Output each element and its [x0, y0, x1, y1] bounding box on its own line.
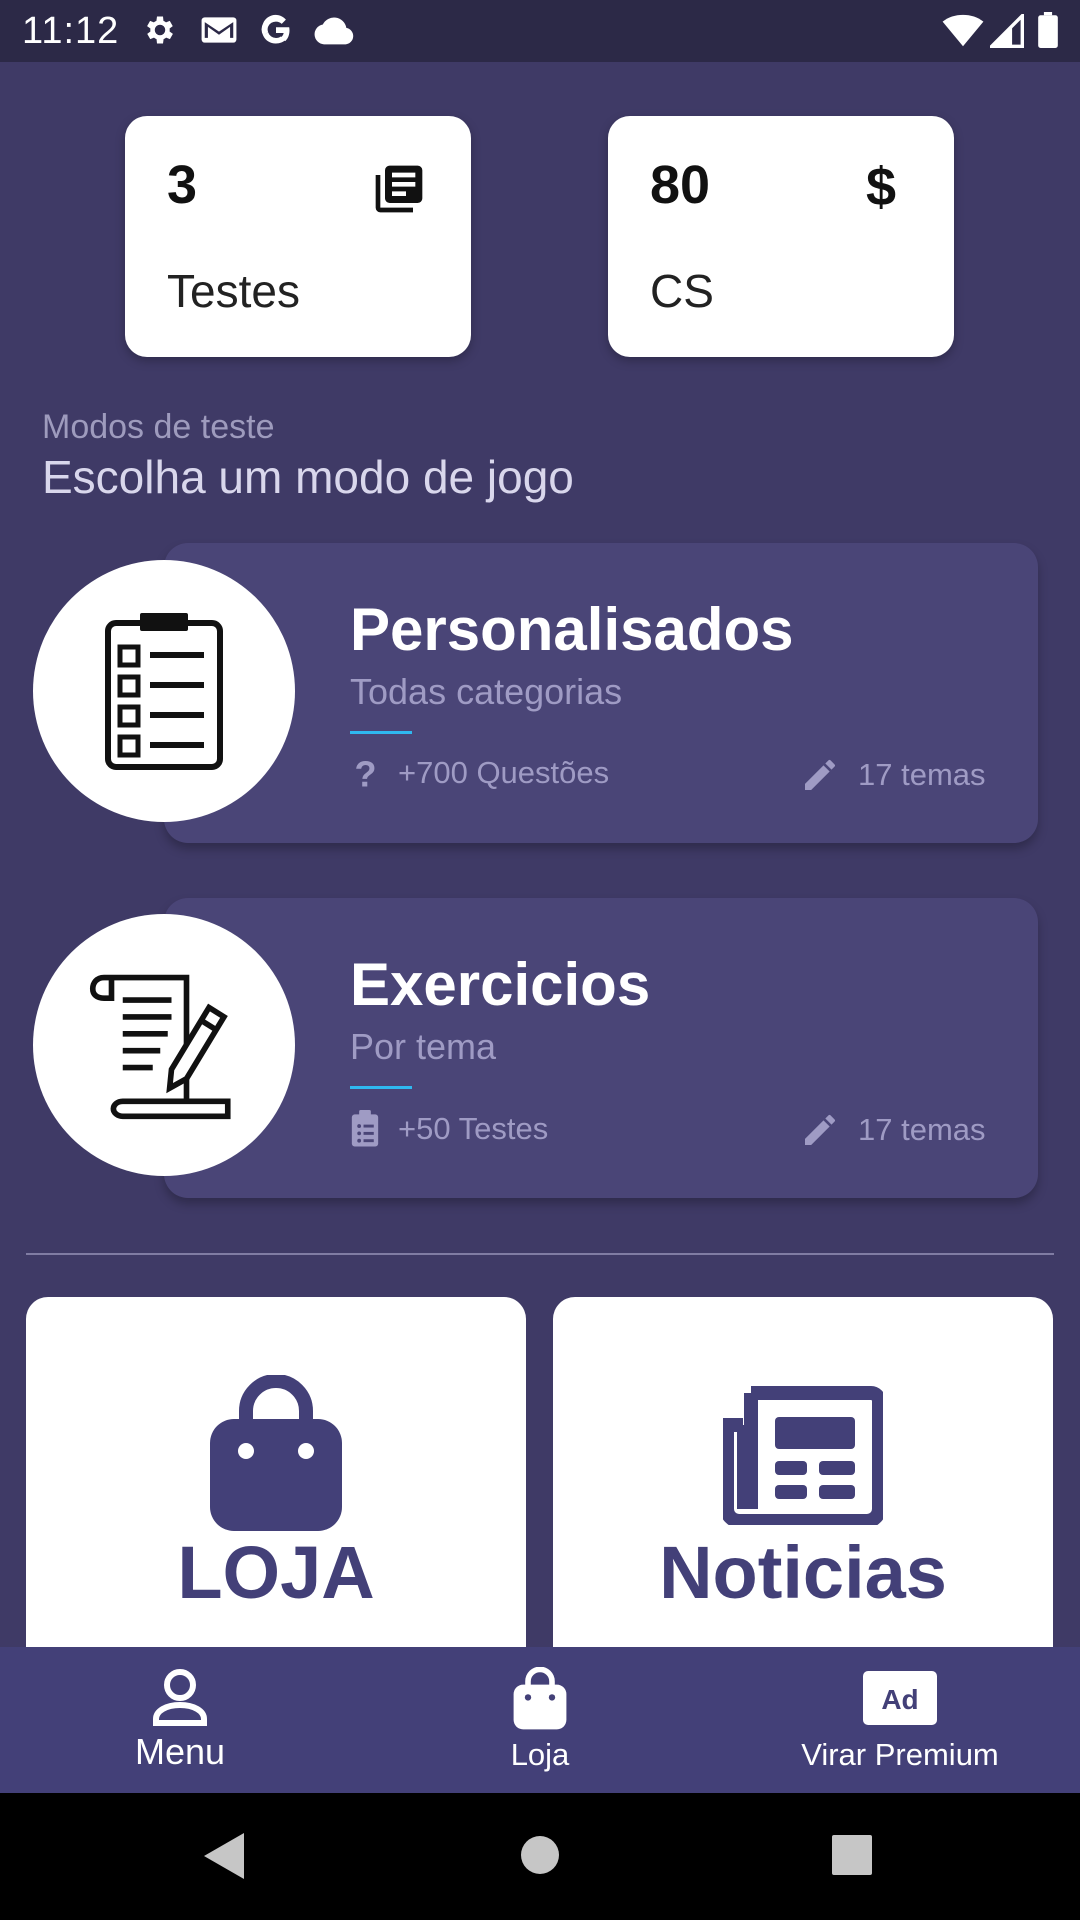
ad-icon: Ad — [863, 1671, 937, 1730]
section-title: Escolha um modo de jogo — [42, 451, 574, 503]
cloud-icon — [314, 16, 354, 51]
gmail-icon — [200, 12, 238, 53]
mode-meta-tests: +50 Testes — [350, 1110, 548, 1148]
battery-icon — [1038, 12, 1058, 53]
newspaper-icon — [720, 1385, 886, 1530]
signal-icon — [987, 11, 1024, 53]
pencil-icon — [800, 1110, 840, 1150]
question-icon: ? — [350, 755, 380, 791]
nav-item-loja[interactable]: Loja — [400, 1647, 680, 1793]
mode-meta-temas: 17 temas — [800, 1110, 986, 1150]
shopping-bag-icon — [511, 1666, 569, 1736]
nav-label: Loja — [510, 1737, 570, 1772]
mode-meta-text: 17 temas — [858, 1112, 986, 1147]
book-stack-icon — [371, 161, 427, 222]
bottom-nav: Menu Loja Ad Virar Premium — [0, 1647, 1080, 1793]
status-time: 11:12 — [22, 10, 120, 52]
mode-card-personalisados[interactable]: Personalisados Todas categorias ? +700 Q… — [164, 543, 1038, 843]
google-icon — [258, 12, 294, 53]
pencil-icon — [800, 755, 840, 795]
mode-meta-text: +50 Testes — [398, 1111, 549, 1146]
stat-label: Testes — [167, 265, 300, 317]
recents-icon[interactable] — [832, 1835, 872, 1880]
section-divider — [26, 1253, 1054, 1255]
clipboard-list-icon — [350, 1110, 380, 1148]
mode-icon-circle — [33, 560, 295, 822]
mode-meta-text: 17 temas — [858, 757, 986, 792]
person-icon — [150, 1667, 210, 1732]
stat-value: 3 — [167, 155, 198, 215]
mode-title: Personalisados — [350, 596, 794, 663]
stat-value: 80 — [650, 155, 711, 215]
nav-label: Virar Premium — [801, 1737, 999, 1772]
mode-icon-circle — [33, 914, 295, 1176]
mode-subtitle: Todas categorias — [350, 671, 623, 712]
accent-divider — [350, 731, 412, 734]
back-icon[interactable] — [204, 1833, 244, 1884]
wifi-icon — [942, 14, 984, 53]
system-nav-bar — [0, 1793, 1080, 1920]
mode-meta-text: +700 Questões — [398, 755, 610, 790]
svg-text:Ad: Ad — [881, 1684, 918, 1715]
mode-subtitle: Por tema — [350, 1026, 497, 1067]
settings-icon — [142, 12, 178, 53]
nav-label: Menu — [134, 1731, 226, 1772]
svg-text:?: ? — [355, 755, 377, 791]
document-pen-icon — [89, 974, 231, 1120]
mode-card-exercicios[interactable]: Exercicios Por tema +50 Testes 17 temas — [164, 898, 1038, 1198]
mode-meta-temas: 17 temas — [800, 755, 986, 795]
stat-label: CS — [650, 265, 714, 317]
nav-item-menu[interactable]: Menu — [40, 1647, 320, 1793]
mode-meta-questions: ? +700 Questões — [350, 755, 610, 791]
accent-divider — [350, 1086, 412, 1089]
home-icon[interactable] — [520, 1835, 560, 1880]
mode-title: Exercicios — [350, 951, 651, 1018]
tile-label-loja: LOJA — [177, 1531, 375, 1614]
stat-card-testes[interactable]: 3 Testes — [125, 116, 471, 357]
stat-card-cs[interactable]: 80 $ CS — [608, 116, 954, 357]
nav-item-premium[interactable]: Ad Virar Premium — [760, 1647, 1040, 1793]
shopping-bag-icon — [206, 1374, 346, 1540]
tile-label-noticias: Noticias — [659, 1531, 947, 1614]
status-bar: 11:12 — [0, 0, 1080, 62]
section-subtitle: Modos de teste — [42, 408, 275, 446]
dollar-icon: $ — [865, 157, 896, 217]
checklist-icon — [105, 613, 223, 770]
